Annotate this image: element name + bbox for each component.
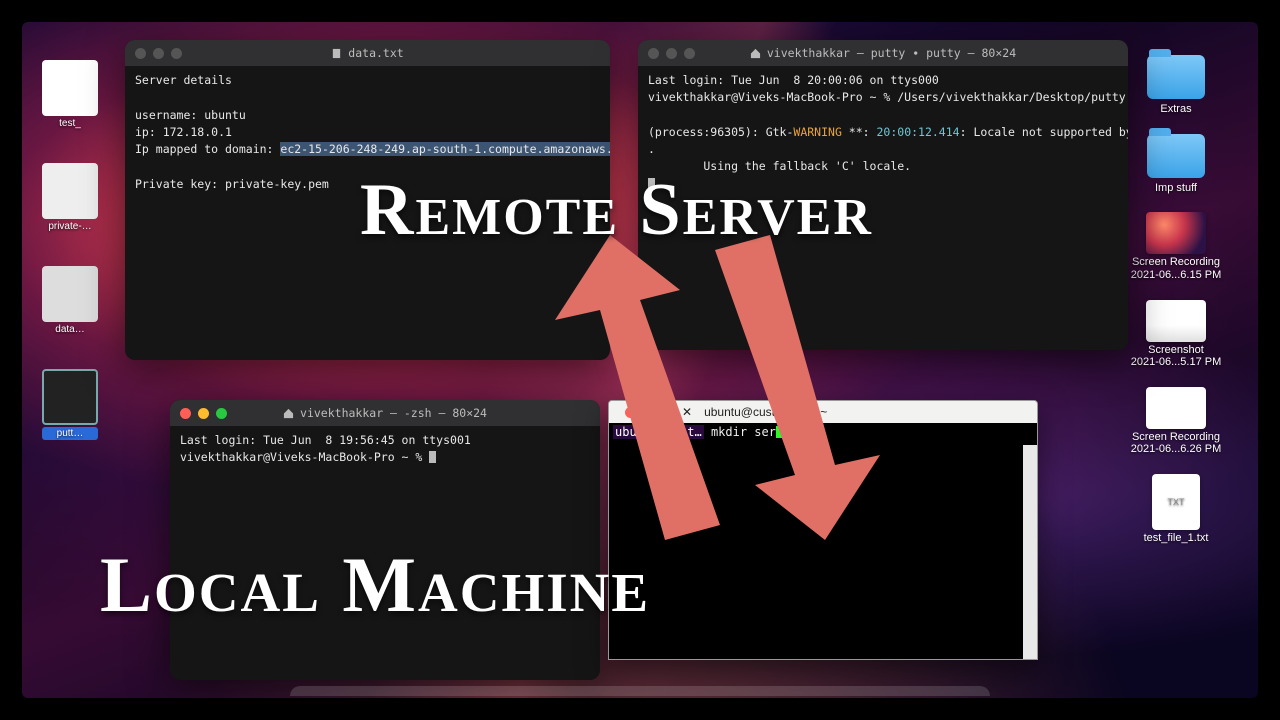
- terminal-output[interactable]: Last login: Tue Jun 8 19:56:45 on ttys00…: [170, 426, 600, 473]
- dock[interactable]: [290, 686, 990, 696]
- window-title: data.txt: [348, 46, 403, 60]
- window-title: vivekthakkar — -zsh — 80×24: [300, 406, 487, 420]
- desktop-icons-right: Extras Imp stuff Screen Recording 2021-0…: [1116, 55, 1236, 545]
- file-screen-recording-2[interactable]: Screen Recording 2021-06...6.26 PM: [1126, 387, 1226, 456]
- terminal-output[interactable]: ubuntu@cust… mkdir ser: [609, 423, 1037, 659]
- window-titlebar[interactable]: vivekthakkar — -zsh — 80×24: [170, 400, 600, 426]
- xterm-ubuntu[interactable]: ✕ ubuntu@customaise: ~ ubuntu@cust… mkdi…: [608, 400, 1038, 660]
- terminal-cursor: [776, 426, 783, 438]
- terminal-glyph-icon: ✕: [682, 405, 692, 419]
- window-titlebar[interactable]: vivekthakkar — putty ∙ putty — 80×24: [638, 40, 1128, 66]
- folder-icon: [1147, 55, 1205, 99]
- file-screen-recording-1[interactable]: Screen Recording 2021-06...6.15 PM: [1126, 212, 1226, 281]
- close-icon[interactable]: [625, 407, 636, 418]
- text-file-icon: TXT: [1152, 474, 1200, 530]
- home-icon: [283, 408, 294, 419]
- video-thumb-icon: [1146, 212, 1206, 254]
- annotation-local-machine: Local Machine: [100, 540, 650, 630]
- desktop-item[interactable]: putt…: [42, 369, 98, 440]
- file-screenshot[interactable]: Screenshot 2021-06...5.17 PM: [1126, 300, 1226, 369]
- window-titlebar[interactable]: ✕ ubuntu@customaise: ~: [609, 401, 1037, 423]
- desktop-item[interactable]: data…: [42, 266, 98, 335]
- folder-extras[interactable]: Extras: [1126, 55, 1226, 116]
- window-title: vivekthakkar — putty ∙ putty — 80×24: [767, 46, 1016, 60]
- image-thumb-icon: [1146, 300, 1206, 342]
- annotation-remote-server: Remote Server: [360, 168, 873, 253]
- desktop-item[interactable]: test_: [42, 60, 98, 129]
- desktop-icons-left: test_ private-… data… putt…: [40, 60, 100, 440]
- file-test-file-1[interactable]: TXT test_file_1.txt: [1126, 474, 1226, 545]
- scrollbar[interactable]: [1023, 445, 1037, 659]
- minimize-icon[interactable]: [642, 407, 653, 418]
- image-thumb-icon: [1146, 387, 1206, 429]
- terminal-cursor: [429, 451, 436, 463]
- window-title: ubuntu@customaise: ~: [704, 405, 827, 419]
- file-icon: [331, 48, 342, 59]
- window-titlebar[interactable]: data.txt: [125, 40, 610, 66]
- folder-icon: [1147, 134, 1205, 178]
- folder-imp-stuff[interactable]: Imp stuff: [1126, 134, 1226, 195]
- home-icon: [750, 48, 761, 59]
- desktop-item[interactable]: private-…: [42, 163, 98, 232]
- maximize-icon[interactable]: [659, 407, 670, 418]
